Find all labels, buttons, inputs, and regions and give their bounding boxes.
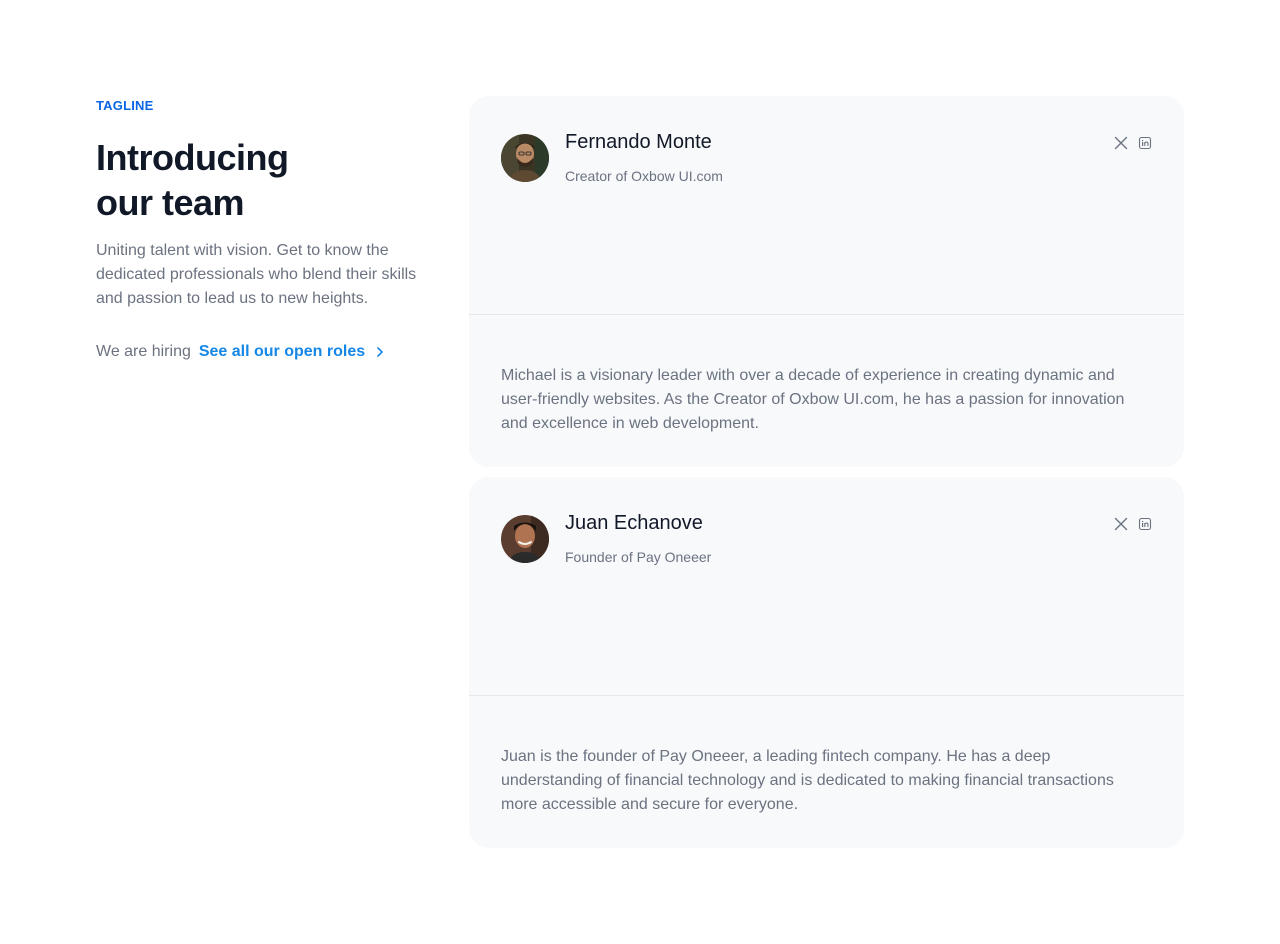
member-role: Founder of Pay Oneeer xyxy=(565,549,712,565)
avatar xyxy=(501,515,549,563)
chevron-right-icon xyxy=(377,347,383,357)
card-header: Fernando Monte Creator of Oxbow UI.com xyxy=(469,96,1184,315)
member-bio: Juan is the founder of Pay Oneeer, a lea… xyxy=(501,748,1114,813)
hiring-text: We are hiring xyxy=(96,343,191,360)
page-title: Introducing our team xyxy=(96,135,436,225)
member-role: Creator of Oxbow UI.com xyxy=(565,168,723,184)
avatar xyxy=(501,134,549,182)
x-icon[interactable] xyxy=(1114,136,1128,150)
tagline: TAGLINE xyxy=(96,98,154,113)
title-line-1: Introducing xyxy=(96,137,289,178)
team-cards: Fernando Monte Creator of Oxbow UI.com M… xyxy=(469,96,1184,858)
member-name: Fernando Monte xyxy=(565,131,712,153)
open-roles-link[interactable]: See all our open roles xyxy=(199,343,385,361)
team-member-card: Fernando Monte Creator of Oxbow UI.com M… xyxy=(469,96,1184,467)
member-name: Juan Echanove xyxy=(565,512,703,534)
avatar-photo xyxy=(501,134,549,182)
team-member-card: Juan Echanove Founder of Pay Oneeer Juan… xyxy=(469,477,1184,848)
social-links xyxy=(1114,136,1152,150)
linkedin-icon[interactable] xyxy=(1138,136,1152,150)
member-bio: Michael is a visionary leader with over … xyxy=(501,367,1125,432)
intro-description: Uniting talent with vision. Get to know … xyxy=(96,242,417,307)
open-roles-label: See all our open roles xyxy=(198,343,366,360)
avatar-photo xyxy=(501,515,549,563)
team-intro: TAGLINE Introducing our team Uniting tal… xyxy=(96,96,436,361)
linkedin-icon[interactable] xyxy=(1138,517,1152,531)
title-line-2: our team xyxy=(96,182,245,223)
card-header: Juan Echanove Founder of Pay Oneeer xyxy=(469,477,1184,696)
x-icon[interactable] xyxy=(1114,517,1128,531)
hiring-row: We are hiring See all our open roles xyxy=(96,343,436,361)
social-links xyxy=(1114,517,1152,531)
